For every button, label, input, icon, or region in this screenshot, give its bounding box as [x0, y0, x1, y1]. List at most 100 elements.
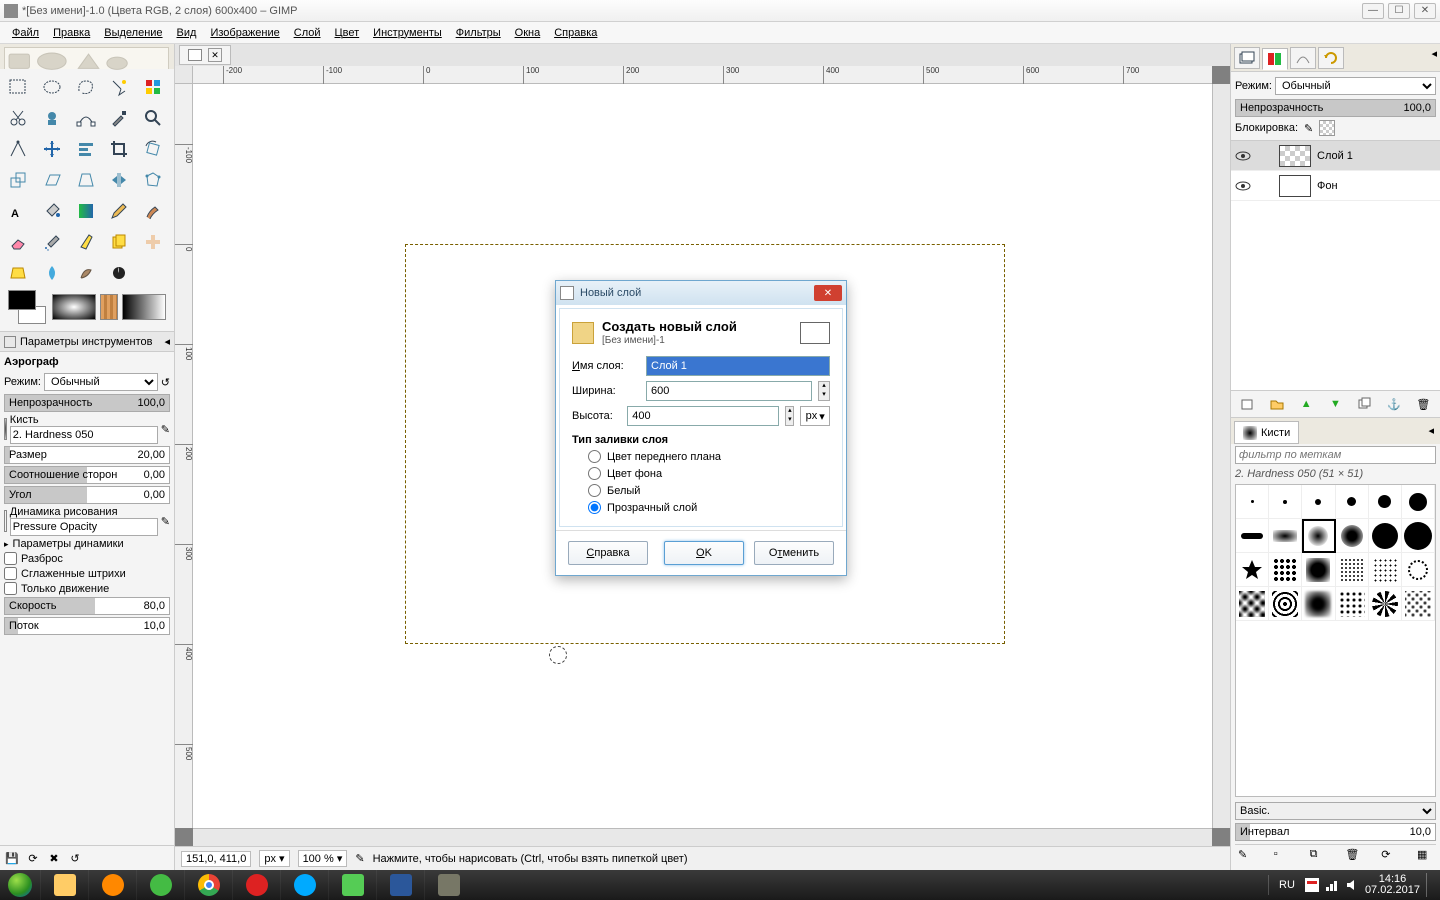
swap-colors-icon[interactable]: ⤭: [28, 290, 34, 300]
menu-help[interactable]: Справка: [548, 25, 603, 41]
tool-pencil[interactable]: [105, 197, 133, 225]
tool-perspective[interactable]: [72, 166, 100, 194]
taskbar-mediaplayer[interactable]: [88, 870, 136, 900]
horizontal-ruler[interactable]: -200 -100 0 100 200 300 400 500 600 700: [193, 66, 1212, 84]
image-tab-close-button[interactable]: ✕: [208, 48, 222, 62]
tool-paintbrush[interactable]: [139, 197, 167, 225]
refresh-brushes-icon[interactable]: ⟳: [1381, 848, 1397, 864]
menu-select[interactable]: Выделение: [98, 25, 168, 41]
brush-name-field[interactable]: [10, 426, 158, 444]
aspect-slider[interactable]: Соотношение сторон 0,00: [4, 466, 170, 484]
brush-spacing-slider[interactable]: Интервал 10,0: [1235, 823, 1436, 841]
toolbox-tab[interactable]: [4, 47, 169, 69]
motion-only-checkbox[interactable]: [4, 582, 17, 595]
active-brush-preview[interactable]: [52, 294, 96, 320]
save-preset-icon[interactable]: 💾: [3, 849, 21, 867]
tool-perspective-clone[interactable]: [4, 259, 32, 287]
tool-by-color-select[interactable]: [139, 73, 167, 101]
vertical-ruler[interactable]: -100 0 100 200 300 400 500: [175, 84, 193, 828]
tab-paths[interactable]: [1290, 47, 1316, 69]
new-layer-button[interactable]: [1239, 395, 1257, 413]
status-zoom[interactable]: 100 % ▾: [298, 850, 348, 867]
menu-windows[interactable]: Окна: [509, 25, 547, 41]
tool-fuzzy-select[interactable]: [105, 73, 133, 101]
window-minimize-button[interactable]: —: [1362, 3, 1384, 19]
anchor-layer-button[interactable]: ⚓: [1385, 395, 1403, 413]
active-pattern-preview[interactable]: [100, 294, 118, 320]
unit-select[interactable]: px▾: [800, 406, 830, 426]
tool-ellipse-select[interactable]: [38, 73, 66, 101]
tool-smudge[interactable]: [72, 259, 100, 287]
tool-dodge-burn[interactable]: [105, 259, 133, 287]
taskbar-chrome[interactable]: [184, 870, 232, 900]
menu-tools[interactable]: Инструменты: [367, 25, 448, 41]
taskbar-app1[interactable]: [328, 870, 376, 900]
menu-file[interactable]: Файл: [6, 25, 45, 41]
tool-measure[interactable]: [4, 135, 32, 163]
brushes-grid[interactable]: [1235, 484, 1436, 797]
size-slider[interactable]: Размер 20,00: [4, 446, 170, 464]
taskbar-word[interactable]: [376, 870, 424, 900]
height-input[interactable]: [627, 406, 779, 426]
dialog-ok-button[interactable]: OK: [664, 541, 744, 565]
tray-clock[interactable]: 14:16 07.02.2017: [1365, 874, 1420, 896]
layer-name[interactable]: Фон: [1317, 180, 1338, 192]
active-gradient-preview[interactable]: [122, 294, 166, 320]
fill-background-radio[interactable]: [588, 467, 601, 480]
tool-blend[interactable]: [72, 197, 100, 225]
new-group-button[interactable]: [1268, 395, 1286, 413]
vertical-scrollbar[interactable]: [1212, 84, 1230, 828]
fill-transparent-radio[interactable]: [588, 501, 601, 514]
layer-name-input[interactable]: [646, 356, 830, 376]
layer-mode-select[interactable]: Обычный: [1275, 77, 1436, 95]
lower-layer-button[interactable]: ▼: [1326, 395, 1344, 413]
tool-scissors[interactable]: [4, 104, 32, 132]
tab-layers[interactable]: [1234, 47, 1260, 69]
tool-flip[interactable]: [105, 166, 133, 194]
brush-edit-icon[interactable]: ✎: [161, 423, 170, 436]
tool-clone[interactable]: [105, 228, 133, 256]
tool-ink[interactable]: [72, 228, 100, 256]
brush-filter-input[interactable]: [1235, 446, 1436, 464]
delete-preset-icon[interactable]: ✖: [45, 849, 63, 867]
tool-bucket-fill[interactable]: [38, 197, 66, 225]
layer-thumbnail[interactable]: [1279, 175, 1311, 197]
edit-brush-icon[interactable]: ✎: [1238, 848, 1254, 864]
eye-icon[interactable]: [1235, 178, 1251, 194]
layer-thumbnail[interactable]: [1279, 145, 1311, 167]
tool-crop[interactable]: [105, 135, 133, 163]
layer-row[interactable]: Фон: [1231, 171, 1440, 201]
tool-rotate[interactable]: [139, 135, 167, 163]
dynamics-thumb[interactable]: [4, 510, 7, 532]
tool-align[interactable]: [72, 135, 100, 163]
taskbar-explorer[interactable]: [40, 870, 88, 900]
dynamics-edit-icon[interactable]: ✎: [161, 515, 170, 528]
color-fg-bg[interactable]: ⤭: [8, 290, 48, 324]
tool-eraser[interactable]: [4, 228, 32, 256]
tab-channels[interactable]: [1262, 48, 1288, 70]
brush-panel-menu-icon[interactable]: ◂: [1425, 421, 1437, 444]
window-close-button[interactable]: ✕: [1414, 3, 1436, 19]
brush-preset-select[interactable]: Basic.: [1235, 802, 1436, 820]
tool-airbrush[interactable]: [38, 228, 66, 256]
tool-free-select[interactable]: [72, 73, 100, 101]
tool-options-menu-icon[interactable]: ◂: [164, 335, 170, 348]
dialog-titlebar[interactable]: Новый слой ✕: [556, 281, 846, 305]
duplicate-layer-button[interactable]: [1356, 395, 1374, 413]
ruler-origin[interactable]: [175, 66, 193, 84]
tool-heal[interactable]: [139, 228, 167, 256]
eye-icon[interactable]: [1235, 148, 1251, 164]
layer-name[interactable]: Слой 1: [1317, 150, 1353, 162]
layer-row[interactable]: Слой 1: [1231, 141, 1440, 171]
smooth-checkbox[interactable]: [4, 567, 17, 580]
menu-layer[interactable]: Слой: [288, 25, 327, 41]
tab-undo[interactable]: [1318, 47, 1344, 69]
brushes-tab[interactable]: Кисти: [1234, 421, 1299, 444]
status-unit[interactable]: px ▾: [259, 850, 289, 867]
duplicate-brush-icon[interactable]: ⧉: [1310, 848, 1326, 864]
dialog-help-button[interactable]: Справка: [568, 541, 648, 565]
delete-brush-icon[interactable]: 🗑: [1345, 848, 1361, 864]
tool-move[interactable]: [38, 135, 66, 163]
opacity-slider[interactable]: Непрозрачность 100,0: [4, 394, 170, 412]
fill-white-radio[interactable]: [588, 484, 601, 497]
